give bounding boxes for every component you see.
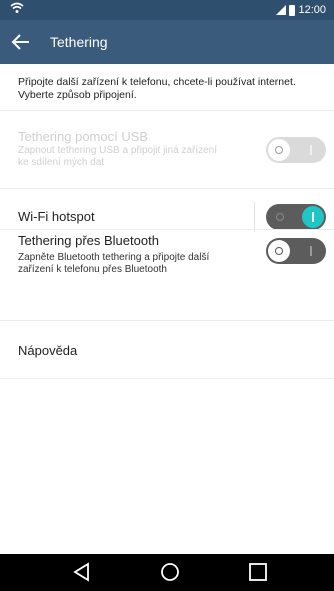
page-title: Tethering xyxy=(50,34,108,50)
bluetooth-tethering-title: Tethering přes Bluetooth xyxy=(18,233,159,248)
navigation-bar xyxy=(0,554,334,591)
divider xyxy=(0,378,334,379)
wifi-hotspot-title: Wi-Fi hotspot xyxy=(18,209,95,224)
usb-tethering-toggle[interactable] xyxy=(266,137,326,163)
bluetooth-tethering-row[interactable]: Tethering přes Bluetooth Zapněte Bluetoo… xyxy=(0,230,334,296)
bluetooth-tethering-toggle[interactable] xyxy=(266,238,326,264)
usb-tethering-subtitle: Zapnout tethering USB a připojit jiná za… xyxy=(18,145,217,168)
action-bar: Tethering xyxy=(0,20,334,64)
vertical-separator xyxy=(254,202,255,232)
wifi-hotspot-toggle[interactable] xyxy=(266,204,326,230)
home-circle-icon[interactable] xyxy=(158,560,182,584)
signal-icon xyxy=(276,5,287,15)
intro-text: Připojte další zařízení k telefonu, chce… xyxy=(18,76,296,101)
status-bar: 12:00 xyxy=(0,0,334,20)
help-row[interactable]: Nápověda xyxy=(0,321,334,377)
back-triangle-icon[interactable] xyxy=(70,560,94,584)
wifi-icon xyxy=(10,2,24,18)
help-label: Nápověda xyxy=(18,343,78,358)
usb-tethering-row: Tethering pomocí USB Zapnout tethering U… xyxy=(0,111,334,168)
battery-icon xyxy=(289,4,296,16)
arrow-left-icon[interactable] xyxy=(10,30,32,54)
status-time: 12:00 xyxy=(298,4,326,16)
bluetooth-tethering-subtitle: Zapněte Bluetooth tethering a připojte d… xyxy=(18,252,210,275)
usb-tethering-title: Tethering pomocí USB xyxy=(18,129,149,144)
recents-square-icon[interactable] xyxy=(246,560,270,584)
